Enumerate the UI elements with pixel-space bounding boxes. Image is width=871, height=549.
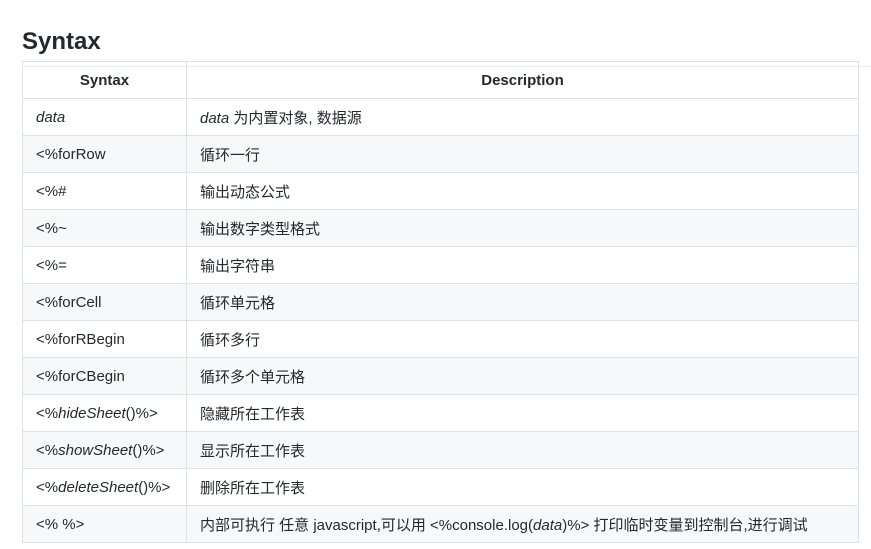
syntax-text: <% <box>36 404 59 422</box>
description-text: 隐藏所在工作表 <box>200 405 306 423</box>
table-row: <%# 输出动态公式 <box>22 172 859 210</box>
description-text: 输出字符串 <box>200 257 276 275</box>
description-cell: 循环多行 <box>186 320 859 358</box>
table-row: <%forRow 循环一行 <box>22 135 859 173</box>
description-cell: 内部可执行 任意 javascript,可以用 <%console.log(da… <box>186 505 859 543</box>
column-header-syntax: Syntax <box>22 61 187 99</box>
description-text: 循环单元格 <box>200 294 276 312</box>
description-text: data <box>533 516 563 534</box>
syntax-text: <% <box>36 478 59 496</box>
table-row: <%forCBegin 循环多个单元格 <box>22 357 859 395</box>
syntax-cell: <%= <box>22 246 187 284</box>
description-text: 输出动态公式 <box>200 183 291 201</box>
syntax-text: <%forRow <box>36 145 106 163</box>
syntax-text: <% <box>36 441 59 459</box>
syntax-text: data <box>36 108 66 126</box>
description-text: data <box>200 109 230 127</box>
table-row: data data 为内置对象, 数据源 <box>22 98 859 136</box>
syntax-cell: <%forRow <box>22 135 187 173</box>
description-text: 输出数字类型格式 <box>200 220 321 238</box>
description-cell: 显示所在工作表 <box>186 431 859 469</box>
syntax-cell: <%# <box>22 172 187 210</box>
syntax-text: <%forCBegin <box>36 367 125 385</box>
table-row: <%hideSheet()%> 隐藏所在工作表 <box>22 394 859 432</box>
syntax-text: <%# <box>36 182 67 200</box>
table-row: <%showSheet()%> 显示所在工作表 <box>22 431 859 469</box>
syntax-text: ()%> <box>132 441 165 459</box>
syntax-cell: <%~ <box>22 209 187 247</box>
table-row: <% %> 内部可执行 任意 javascript,可以用 <%console.l… <box>22 505 859 543</box>
description-cell: 循环一行 <box>186 135 859 173</box>
description-cell: 隐藏所在工作表 <box>186 394 859 432</box>
description-cell: 循环多个单元格 <box>186 357 859 395</box>
syntax-cell: <% %> <box>22 505 187 543</box>
syntax-cell: <%deleteSheet()%> <box>22 468 187 506</box>
syntax-text: hideSheet <box>58 404 126 422</box>
syntax-cell: <%hideSheet()%> <box>22 394 187 432</box>
description-text: 循环多个单元格 <box>200 368 306 386</box>
syntax-text: deleteSheet <box>58 478 139 496</box>
description-cell: 循环单元格 <box>186 283 859 321</box>
syntax-text: ()%> <box>138 478 171 496</box>
description-text: 删除所在工作表 <box>200 479 306 497</box>
description-cell: 输出字符串 <box>186 246 859 284</box>
description-text: )%> 打印临时变量到控制台,进行调试 <box>562 516 808 534</box>
table-row: <%forRBegin 循环多行 <box>22 320 859 358</box>
syntax-cell: <%showSheet()%> <box>22 431 187 469</box>
syntax-text: ()%> <box>125 404 158 422</box>
syntax-table: Syntax Description data data 为内置对象, 数据源 <%… <box>22 61 859 543</box>
syntax-cell: <%forRBegin <box>22 320 187 358</box>
description-cell: 删除所在工作表 <box>186 468 859 506</box>
description-text: 循环一行 <box>200 146 261 164</box>
table-header-row: Syntax Description <box>22 61 859 99</box>
description-text: 为内置对象, 数据源 <box>229 109 362 127</box>
description-cell: 输出数字类型格式 <box>186 209 859 247</box>
syntax-text: <% %> <box>36 515 85 533</box>
syntax-cell: data <box>22 98 187 136</box>
table-body: data data 为内置对象, 数据源 <%forRow 循环一行 <%# 输出动态公式… <box>22 98 859 543</box>
description-text: 循环多行 <box>200 331 261 349</box>
syntax-text: <%forCell <box>36 293 102 311</box>
table-row: <%= 输出字符串 <box>22 246 859 284</box>
table-row: <%~ 输出数字类型格式 <box>22 209 859 247</box>
table-row: <%forCell 循环单元格 <box>22 283 859 321</box>
description-cell: data 为内置对象, 数据源 <box>186 98 859 136</box>
syntax-cell: <%forCBegin <box>22 357 187 395</box>
description-text: 内部可执行 任意 javascript,可以用 <%console.log( <box>200 516 534 534</box>
syntax-cell: <%forCell <box>22 283 187 321</box>
description-text: 显示所在工作表 <box>200 442 306 460</box>
column-header-description: Description <box>186 61 859 99</box>
syntax-text: <%forRBegin <box>36 330 125 348</box>
syntax-text: <%~ <box>36 219 67 237</box>
table-row: <%deleteSheet()%> 删除所在工作表 <box>22 468 859 506</box>
description-cell: 输出动态公式 <box>186 172 859 210</box>
syntax-text: <%= <box>36 256 67 274</box>
syntax-text: showSheet <box>58 441 133 459</box>
